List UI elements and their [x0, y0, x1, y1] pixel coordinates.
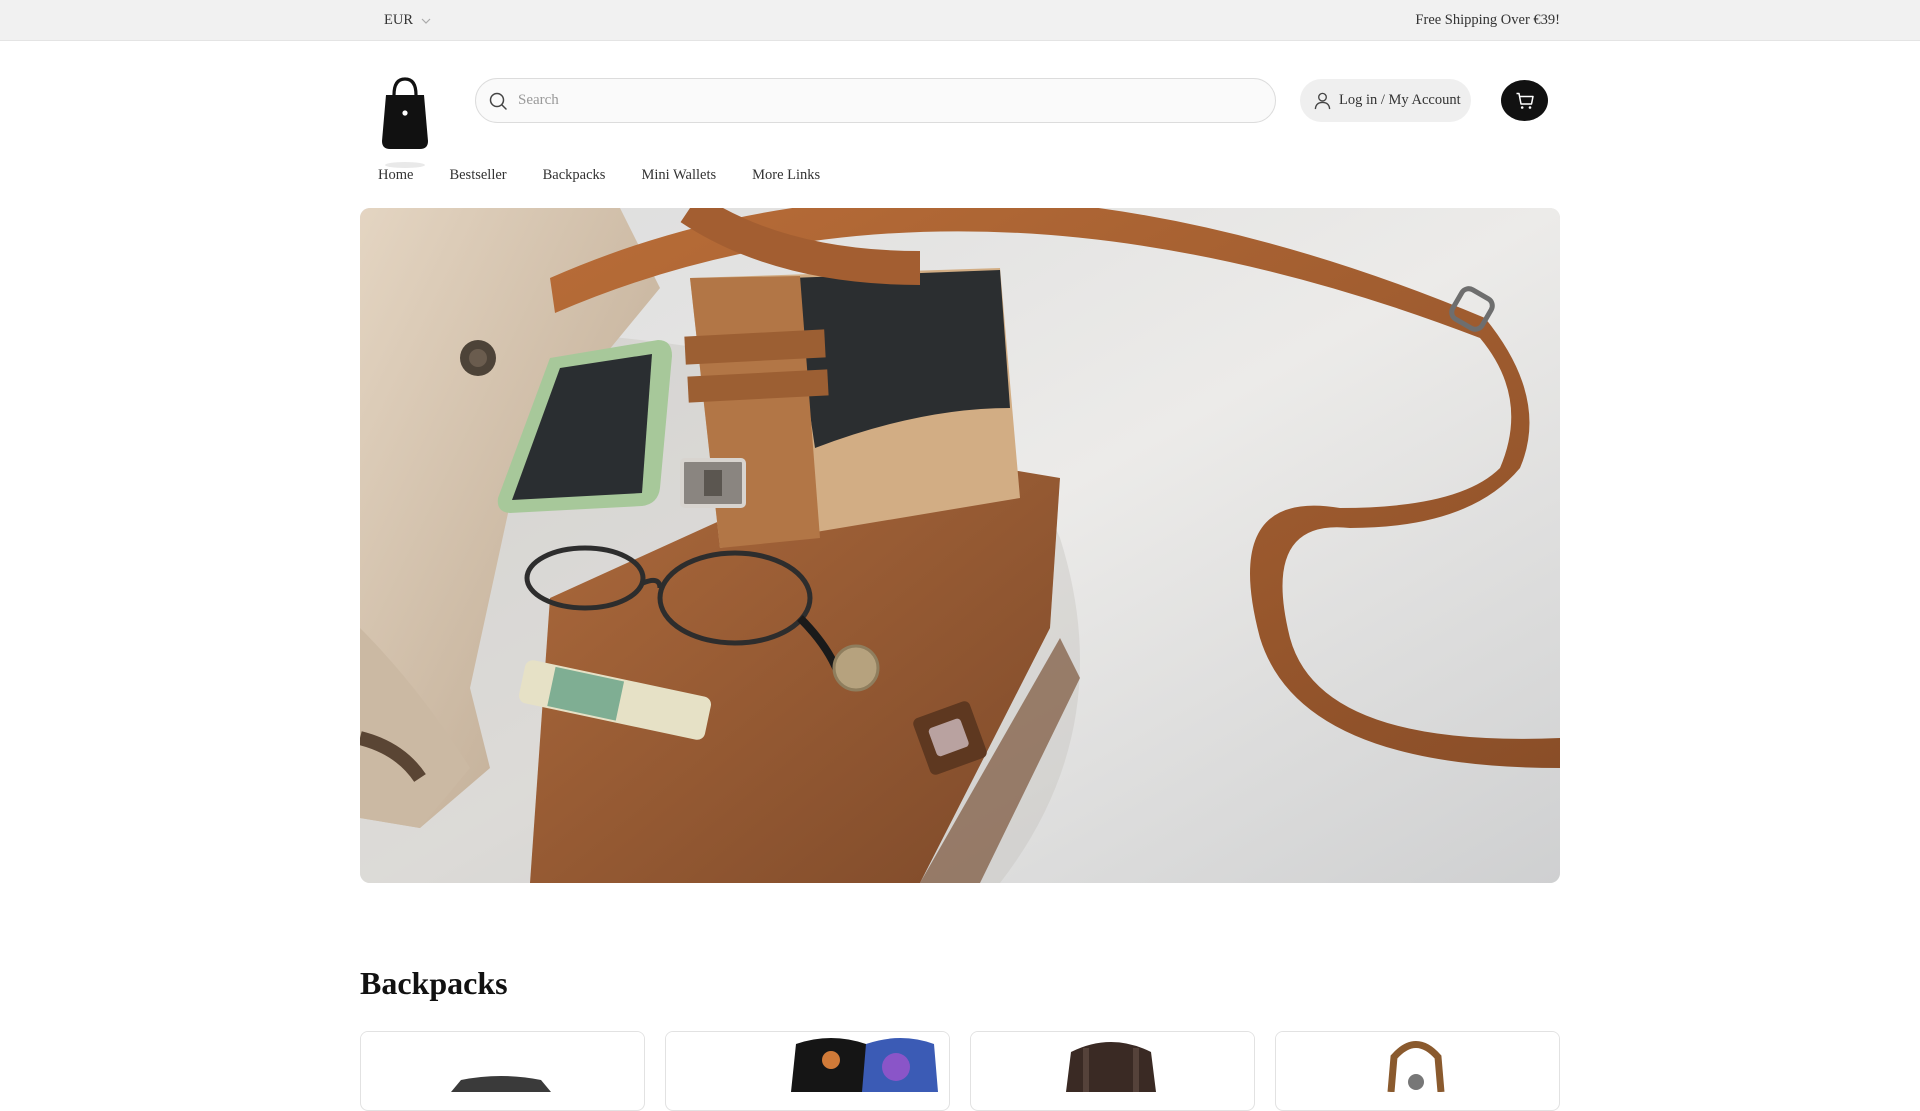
search-icon[interactable] — [487, 90, 509, 112]
search-bar[interactable] — [475, 78, 1276, 123]
product-image — [361, 1032, 644, 1092]
currency-selector[interactable]: EUR — [384, 0, 431, 41]
currency-label: EUR — [384, 12, 413, 28]
nav-item-bestseller[interactable]: Bestseller — [449, 167, 506, 184]
hero-banner-image[interactable] — [360, 208, 1560, 883]
nav-item-home[interactable]: Home — [378, 167, 413, 184]
main-nav: Home Bestseller Backpacks Mini Wallets M… — [378, 163, 820, 187]
account-button[interactable]: Log in / My Account — [1300, 79, 1471, 122]
product-card[interactable] — [1275, 1031, 1560, 1111]
cart-icon — [1516, 92, 1534, 109]
product-card[interactable] — [360, 1031, 645, 1111]
product-grid — [360, 1031, 1560, 1111]
product-card[interactable] — [665, 1031, 950, 1111]
announcement-bar: EUR Free Shipping Over €39! — [0, 0, 1920, 41]
section-title: Backpacks — [360, 965, 508, 1001]
chevron-down-icon — [421, 18, 431, 24]
nav-item-backpacks[interactable]: Backpacks — [543, 167, 606, 184]
cart-button[interactable] — [1501, 80, 1548, 121]
product-image — [1276, 1032, 1559, 1092]
handbag-logo-icon[interactable] — [378, 65, 432, 175]
product-image — [666, 1032, 949, 1092]
product-image — [971, 1032, 1254, 1092]
search-input[interactable] — [518, 79, 1275, 122]
nav-item-more-links[interactable]: More Links — [752, 167, 820, 184]
announcement-text: Free Shipping Over €39! — [1415, 12, 1560, 28]
product-card[interactable] — [970, 1031, 1255, 1111]
user-icon — [1314, 92, 1331, 110]
account-label: Log in / My Account — [1339, 92, 1461, 108]
site-header: Log in / My Account Home Bestseller Back… — [0, 41, 1920, 200]
nav-item-mini-wallets[interactable]: Mini Wallets — [641, 167, 716, 184]
